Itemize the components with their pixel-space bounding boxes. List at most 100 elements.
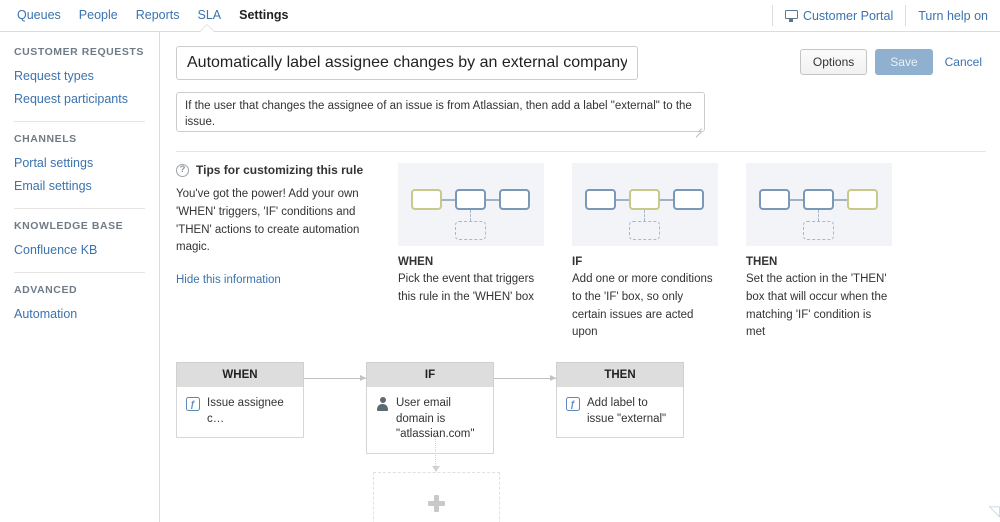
connector-line [834,199,847,201]
illustration-placeholder-node [803,221,834,240]
rule-step-header: WHEN [176,362,304,387]
rule-action-buttons: Options Save Cancel [800,46,986,75]
sidebar-heading: KNOWLEDGE BASE [14,220,145,232]
top-right-actions: Customer Portal Turn help on [772,0,1000,31]
sidebar-item-request-types[interactable]: Request types [14,65,145,88]
person-icon [376,397,389,411]
tips-title-row: ? Tips for customizing this rule [176,163,388,177]
connector-line-vertical [470,210,471,221]
illustration-node-2 [629,189,660,210]
rule-step-when[interactable]: WHEN ƒ Issue assignee c… [176,362,304,438]
nav-item-people[interactable]: People [70,0,127,31]
tips-title: Tips for customizing this rule [196,163,363,177]
rule-description-wrapper [176,80,705,137]
tips-body-text: You've got the power! Add your own 'WHEN… [176,186,372,257]
illustration-node-1 [411,189,442,210]
illustration-placeholder-node [455,221,486,240]
illustration-node-2 [803,189,834,210]
active-tab-caret [200,25,214,32]
rule-step-body[interactable]: User email domain is "atlassian.com" [366,387,494,454]
rule-description-textarea[interactable] [176,92,705,132]
tips-illustration-cards: WHEN Pick the event that triggers this r… [398,163,892,342]
connector-line [616,199,629,201]
sidebar-item-confluence-kb[interactable]: Confluence KB [14,239,145,262]
connector-line [790,199,803,201]
primary-nav: Queues People Reports SLA Settings [0,0,297,31]
illustration-node-1 [585,189,616,210]
illustration-placeholder-node [629,221,660,240]
rule-step-header: IF [366,362,494,387]
sidebar-section-customer-requests: CUSTOMER REQUESTS Request types Request … [0,46,159,111]
connector-line [442,199,455,201]
question-circle-icon: ? [176,164,189,177]
sidebar-heading: CHANNELS [14,133,145,145]
hide-information-link[interactable]: Hide this information [176,274,281,286]
trigger-icon: ƒ [186,397,200,411]
sidebar-section-advanced: ADVANCED Automation [0,284,159,326]
tips-card-when: WHEN Pick the event that triggers this r… [398,163,544,342]
illustration-node-3 [847,189,878,210]
sidebar-divider [14,272,145,273]
customer-portal-link[interactable]: Customer Portal [773,0,905,31]
save-button[interactable]: Save [875,49,932,75]
rule-step-body[interactable]: ƒ Add label to issue "external" [556,387,684,438]
sidebar-item-automation[interactable]: Automation [14,303,145,326]
rule-step-if[interactable]: IF User email domain is "atlassian.com" [366,362,494,454]
tips-card-text: Set the action in the 'THEN' box that wi… [746,271,892,342]
then-illustration [746,163,892,246]
rule-builder-row: WHEN ƒ Issue assignee c… IF User email d… [176,362,986,454]
cancel-button[interactable]: Cancel [941,50,986,74]
connector-line [660,199,673,201]
nav-item-reports[interactable]: Reports [127,0,189,31]
illustration-node-2 [455,189,486,210]
tips-card-if: IF Add one or more conditions to the 'IF… [572,163,718,342]
sidebar-heading: CUSTOMER REQUESTS [14,46,145,58]
sidebar-item-portal-settings[interactable]: Portal settings [14,152,145,175]
resize-corner-icon: ◹ [988,502,1000,520]
illustration-node-3 [499,189,530,210]
illustration-node-3 [673,189,704,210]
connector-line-vertical [644,210,645,221]
options-button[interactable]: Options [800,49,867,75]
tips-text-column: ? Tips for customizing this rule You've … [176,163,388,342]
tips-card-title: WHEN [398,256,544,268]
trigger-icon: ƒ [566,397,580,411]
sidebar-item-request-participants[interactable]: Request participants [14,88,145,111]
rule-editor: Options Save Cancel ? Tips for customizi… [160,32,1000,522]
rule-step-header: THEN [556,362,684,387]
rule-name-input[interactable] [176,46,638,80]
nav-item-queues[interactable]: Queues [8,0,70,31]
rule-step-body[interactable]: ƒ Issue assignee c… [176,387,304,438]
nav-item-settings[interactable]: Settings [230,0,297,31]
sidebar-section-channels: CHANNELS Portal settings Email settings [0,133,159,198]
turn-help-on-link[interactable]: Turn help on [906,0,1000,31]
rule-step-text: User email domain is "atlassian.com" [396,396,484,443]
add-step-connector [435,430,436,466]
if-illustration [572,163,718,246]
sidebar-item-email-settings[interactable]: Email settings [14,175,145,198]
tips-panel: ? Tips for customizing this rule You've … [176,163,986,342]
illustration-node-1 [759,189,790,210]
tips-card-then: THEN Set the action in the 'THEN' box th… [746,163,892,342]
tips-card-text: Pick the event that triggers this rule i… [398,271,544,307]
sidebar-section-knowledge-base: KNOWLEDGE BASE Confluence KB [0,220,159,262]
monitor-icon [785,10,798,22]
rule-step-text: Add label to issue "external" [587,396,674,427]
sidebar-heading: ADVANCED [14,284,145,296]
rule-title-row: Options Save Cancel [176,46,986,80]
sidebar-divider [14,208,145,209]
tips-card-text: Add one or more conditions to the 'IF' b… [572,271,718,342]
plus-icon [428,495,445,512]
rule-step-then[interactable]: THEN ƒ Add label to issue "external" [556,362,684,438]
connector-line [486,199,499,201]
flow-arrow [304,378,366,379]
rule-step-text: Issue assignee c… [207,396,294,427]
section-divider [176,151,986,152]
customer-portal-label: Customer Portal [803,9,893,23]
sidebar-divider [14,121,145,122]
flow-arrow [494,378,556,379]
page-layout: CUSTOMER REQUESTS Request types Request … [0,32,1000,522]
tips-card-title: IF [572,256,718,268]
when-illustration [398,163,544,246]
add-step-dropzone[interactable] [373,472,500,522]
